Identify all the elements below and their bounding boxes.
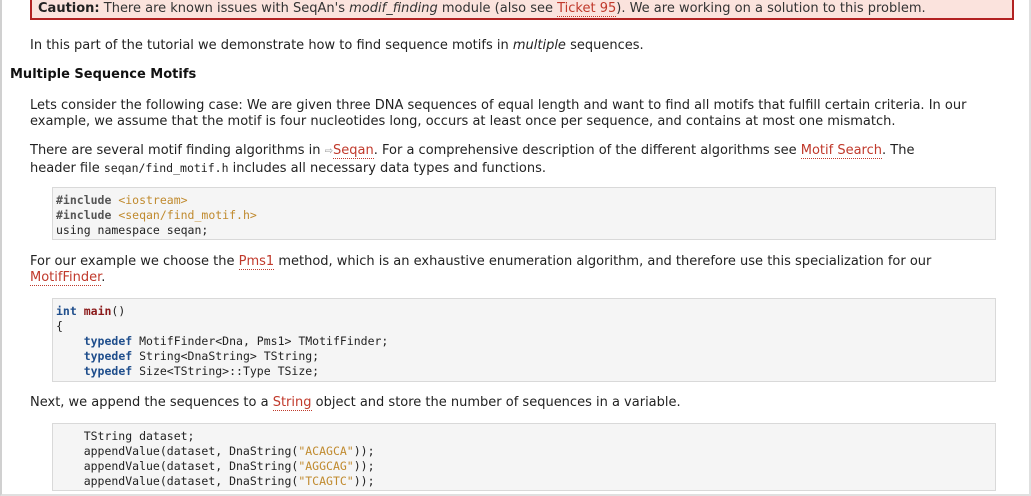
ticket-95-link[interactable]: Ticket 95 xyxy=(557,1,617,17)
para-text: includes all necessary data types and fu… xyxy=(228,161,546,176)
intro-emphasis: multiple xyxy=(512,38,566,53)
code-token: "TCAGTC" xyxy=(298,474,354,488)
code-token: MotifFinder<Dna, Pms1> TMotifFinder; xyxy=(132,334,389,348)
string-link[interactable]: String xyxy=(272,395,312,411)
code-token: <seqan/find_motif.h> xyxy=(111,208,257,222)
caution-text: module (also see xyxy=(437,1,558,16)
motiffinder-link[interactable]: MotifFinder xyxy=(30,270,102,286)
code-token: using namespace seqan; xyxy=(56,223,209,237)
seqan-link[interactable]: Seqan xyxy=(333,143,374,159)
code-token: main xyxy=(83,304,112,318)
motif-search-link[interactable]: Motif Search xyxy=(800,143,882,159)
para-text: For our example we choose the xyxy=(30,254,239,269)
code-token: #include xyxy=(56,193,112,207)
code-token: typedef xyxy=(83,334,133,348)
pms1-link[interactable]: Pms1 xyxy=(238,254,275,270)
caution-banner: Caution: There are known issues with Seq… xyxy=(30,0,1014,20)
code-token: appendValue(dataset, DnaString( xyxy=(56,459,299,473)
code-token: appendValue(dataset, DnaString( xyxy=(56,444,299,458)
code-token: appendValue(dataset, DnaString( xyxy=(56,474,299,488)
caution-text: ). We are working on a solution to this … xyxy=(616,1,926,16)
intro-paragraph: In this part of the tutorial we demonstr… xyxy=(30,38,1020,54)
code-token: TString dataset; xyxy=(56,429,195,443)
code-token: )); xyxy=(353,444,375,458)
para-text: method, which is an exhaustive enumerati… xyxy=(274,254,932,269)
para-text: . The xyxy=(882,143,915,158)
code-token: <iostream> xyxy=(111,193,188,207)
code-token: { xyxy=(56,319,63,333)
code-token: typedef xyxy=(83,364,133,378)
paragraph-append: Next, we append the sequences to a Strin… xyxy=(30,395,1020,411)
code-token: #include xyxy=(56,208,112,222)
para-text: . For a comprehensive description of the… xyxy=(373,143,801,158)
code-token: "AGGCAG" xyxy=(298,459,354,473)
para-text: . xyxy=(101,270,106,285)
code-token: )); xyxy=(353,474,375,488)
code-block-main: int main() { typedef MotifFinder<Dna, Pm… xyxy=(52,298,996,382)
para-text: There are several motif finding algorith… xyxy=(30,143,325,158)
external-link-icon: ⇨ xyxy=(324,146,334,157)
paragraph-case: Lets consider the following case: We are… xyxy=(30,98,967,129)
header-file-code: seqan/find_motif.h xyxy=(103,161,229,175)
code-token: int xyxy=(56,304,77,318)
code-block-includes: #include <iostream> #include <seqan/find… xyxy=(52,187,996,240)
caution-module: modif_finding xyxy=(349,1,438,16)
code-token: Size<TString>::Type TSize; xyxy=(132,364,320,378)
code-token: )); xyxy=(353,459,375,473)
code-token: "ACAGCA" xyxy=(298,444,354,458)
paragraph-algorithms: There are several motif finding algorith… xyxy=(30,143,1020,177)
intro-text: sequences. xyxy=(565,38,644,53)
code-token: typedef xyxy=(83,349,133,363)
caution-text: There are known issues with SeqAn's xyxy=(99,1,350,16)
code-block-append: TString dataset; appendValue(dataset, Dn… xyxy=(52,423,996,491)
para-text: header file xyxy=(30,161,104,176)
section-title: Multiple Sequence Motifs xyxy=(10,67,197,82)
para-text: Next, we append the sequences to a xyxy=(30,395,273,410)
caution-label: Caution: xyxy=(38,1,100,16)
para-text: object and store the number of sequences… xyxy=(311,395,681,410)
intro-text: In this part of the tutorial we demonstr… xyxy=(30,38,513,53)
code-token: () xyxy=(111,304,126,318)
code-token: String<DnaString> TString; xyxy=(132,349,320,363)
paragraph-pms1: For our example we choose the Pms1 metho… xyxy=(30,254,1020,286)
